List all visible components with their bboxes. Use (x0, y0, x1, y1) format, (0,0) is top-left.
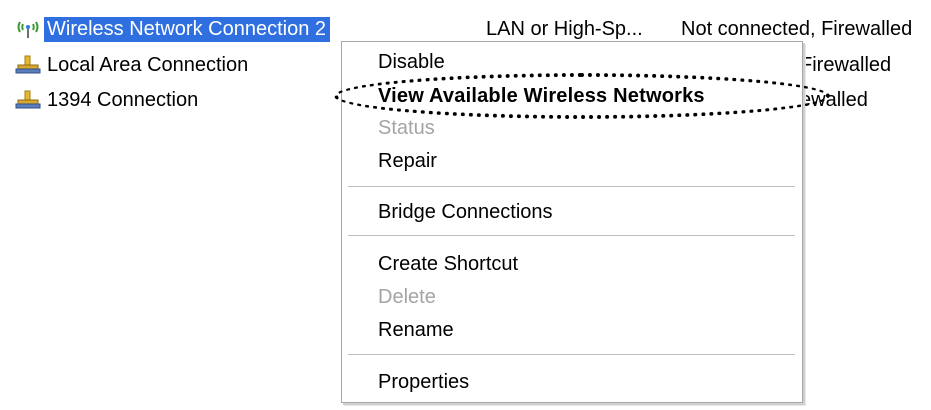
context-menu: Disable View Available Wireless Networks… (341, 41, 803, 403)
menu-item-bridge-connections[interactable]: Bridge Connections (378, 199, 553, 225)
menu-separator (348, 235, 795, 237)
menu-item-view-available-wireless-networks[interactable]: View Available Wireless Networks (378, 83, 705, 109)
network-connection-icon (12, 87, 44, 113)
connection-row-1394[interactable]: 1394 Connection (12, 87, 202, 113)
connection-status: ewalled (800, 89, 868, 111)
menu-separator (348, 186, 795, 188)
menu-item-rename[interactable]: Rename (378, 317, 454, 343)
connection-name[interactable]: 1394 Connection (44, 88, 202, 113)
menu-item-properties[interactable]: Properties (378, 369, 469, 395)
connection-type: LAN or High-Sp... (486, 18, 643, 40)
connection-status: Not connected, Firewalled (681, 18, 913, 40)
menu-separator (348, 354, 795, 356)
network-connection-icon (12, 52, 44, 78)
menu-item-repair[interactable]: Repair (378, 148, 437, 174)
connection-row-local-area[interactable]: Local Area Connection (12, 52, 252, 78)
connection-status: Firewalled (800, 54, 892, 76)
connection-row-wireless[interactable]: Wireless Network Connection 2 (12, 16, 330, 42)
menu-item-disable[interactable]: Disable (378, 49, 445, 75)
menu-item-create-shortcut[interactable]: Create Shortcut (378, 251, 518, 277)
connection-name[interactable]: Local Area Connection (44, 53, 252, 78)
connection-name[interactable]: Wireless Network Connection 2 (44, 16, 330, 42)
wireless-network-icon (12, 16, 44, 42)
menu-item-status: Status (378, 117, 435, 139)
menu-item-delete: Delete (378, 286, 436, 308)
